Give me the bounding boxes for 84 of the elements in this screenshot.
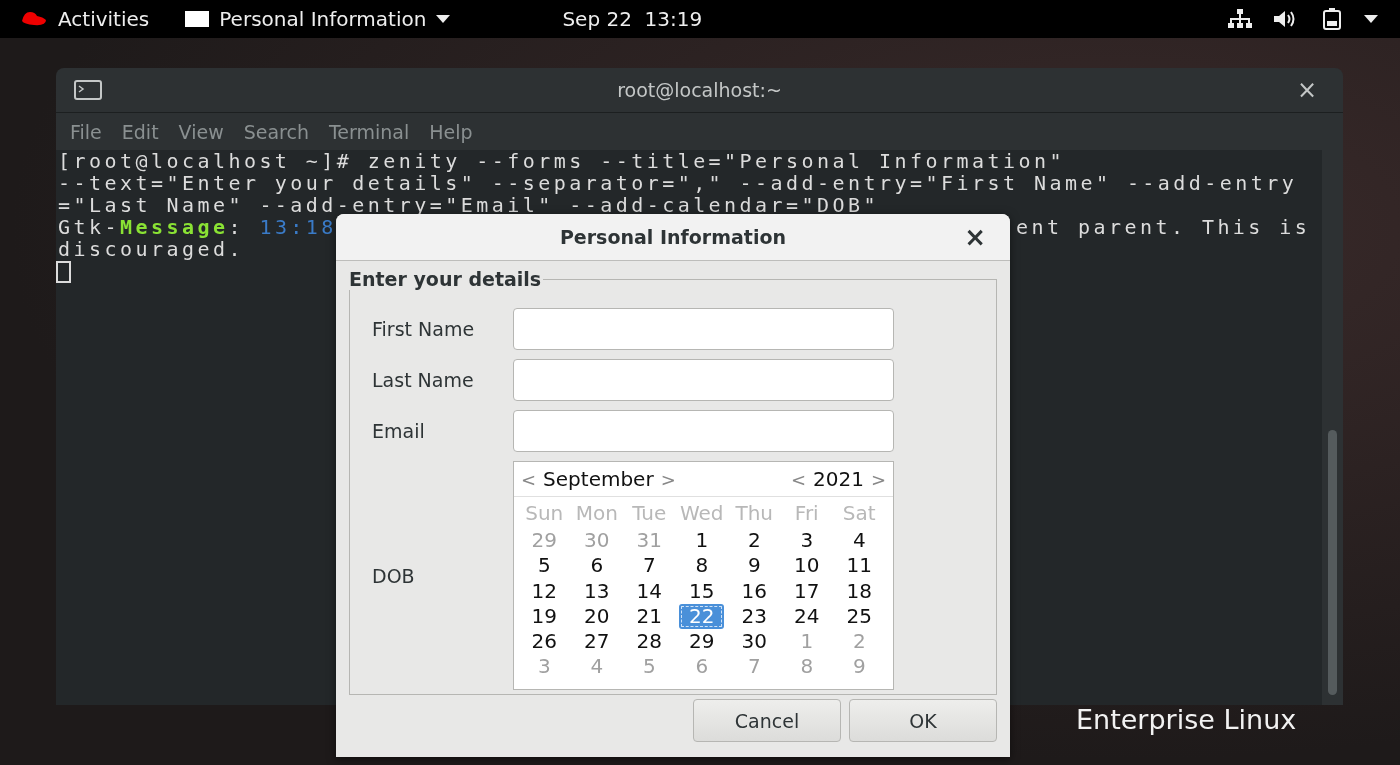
menu-item[interactable]: File: [60, 120, 112, 143]
calendar-day[interactable]: 3: [793, 528, 821, 554]
brand-text: Enterprise Linux: [1076, 704, 1297, 735]
menu-item[interactable]: Help: [419, 120, 483, 143]
menu-item[interactable]: Search: [233, 120, 319, 143]
calendar-day[interactable]: 27: [577, 629, 617, 655]
field-label: Last Name: [371, 369, 475, 391]
terminal-text: Message: [119, 215, 229, 239]
calendar-day[interactable]: 29: [682, 629, 722, 655]
calendar-day[interactable]: 6: [583, 553, 611, 579]
month-label: September: [542, 467, 655, 491]
calendar-day[interactable]: 14: [629, 578, 669, 604]
calendar-day[interactable]: 5: [530, 553, 558, 579]
activities-button[interactable]: Activities: [58, 7, 150, 31]
calendar-day[interactable]: 17: [787, 578, 827, 604]
battery-icon: [1322, 8, 1342, 30]
terminal-text: 13:18: [259, 215, 337, 239]
weekday-label: Mon: [575, 501, 618, 527]
field-label: Email: [371, 420, 426, 442]
terminal-text: --text="Enter your details" --separator="," --add-entry="First Name" --add-entry: [58, 171, 1298, 195]
calendar-day[interactable]: 24: [787, 603, 827, 630]
close-button[interactable]: ×: [960, 222, 990, 252]
window-icon: [185, 11, 210, 27]
app-menu[interactable]: Personal Information: [219, 7, 427, 31]
calendar-day[interactable]: 26: [524, 629, 564, 655]
frame-label: Enter your details: [349, 268, 544, 290]
dialog-title: Personal Information: [559, 226, 787, 248]
calendar-day[interactable]: 8: [688, 553, 716, 579]
calendar-day[interactable]: 20: [577, 603, 617, 630]
input-field[interactable]: [513, 410, 894, 452]
window-title: root@localhost:~: [617, 79, 782, 101]
network-icon: [1228, 9, 1252, 29]
cancel-button[interactable]: Cancel: [693, 699, 841, 742]
caret-icon: [436, 15, 451, 23]
weekday-label: Tue: [632, 501, 667, 527]
terminal-text: ent parent. This is: [1016, 216, 1311, 238]
calendar-day[interactable]: 12: [524, 578, 564, 604]
menu-item[interactable]: Terminal: [318, 120, 420, 143]
calendar-day[interactable]: 21: [629, 603, 669, 630]
terminal-text: ="Last Name" --add-entry="Email" --add-calendar="DOB": [58, 193, 880, 217]
calendar-day[interactable]: 10: [787, 553, 827, 579]
weekday-label: Fri: [794, 501, 819, 527]
field-label: First Name: [371, 318, 476, 340]
calendar-day[interactable]: 16: [734, 578, 774, 604]
weekday-label: Thu: [735, 501, 774, 527]
cursor: [56, 261, 71, 283]
previous-month-button[interactable]: <: [518, 468, 540, 490]
calendar-day[interactable]: 9: [740, 553, 768, 579]
calendar-day[interactable]: 30: [734, 629, 774, 655]
calendar-day[interactable]: 11: [839, 553, 879, 579]
ok-button[interactable]: OK: [849, 699, 997, 742]
weekday-label: Sun: [525, 501, 564, 527]
calendar-day[interactable]: 1: [688, 528, 716, 554]
field-label: DOB: [371, 564, 416, 587]
hat-icon: [20, 10, 48, 28]
calendar-day[interactable]: 4: [845, 528, 873, 554]
terminal-icon: [74, 80, 102, 100]
previous-year-button[interactable]: <: [787, 468, 809, 490]
year-label: 2021: [812, 467, 865, 491]
weekday-label: Wed: [679, 501, 724, 527]
next-year-button[interactable]: >: [867, 468, 889, 490]
calendar-day[interactable]: 25: [839, 603, 879, 630]
menu-item[interactable]: View: [168, 120, 234, 143]
weekday-label: Sat: [842, 501, 876, 527]
caret-icon: [1364, 15, 1378, 23]
calendar-day[interactable]: 15: [682, 578, 722, 604]
calendar-day[interactable]: 7: [635, 553, 663, 579]
clock[interactable]: Sep 22 13:19: [562, 7, 703, 31]
calendar-day[interactable]: 2: [740, 528, 768, 554]
terminal-text: :: [228, 215, 245, 239]
calendar-day[interactable]: 28: [629, 629, 669, 655]
menu-item[interactable]: Edit: [111, 120, 169, 143]
calendar-day[interactable]: 23: [734, 603, 774, 630]
next-month-button[interactable]: >: [657, 468, 679, 490]
calendar-day[interactable]: 13: [577, 578, 617, 604]
input-field[interactable]: [513, 359, 894, 401]
calendar-day[interactable]: 19: [524, 603, 564, 630]
terminal-text: discouraged.: [58, 237, 244, 261]
scrollbar-thumb[interactable]: [1328, 430, 1337, 695]
input-field[interactable]: [513, 308, 894, 350]
terminal-text: [root@localhost ~]# zenity --forms --title="Personal Information": [58, 149, 1065, 173]
close-button[interactable]: ×: [1292, 76, 1321, 104]
calendar-day[interactable]: 18: [839, 578, 879, 604]
terminal-text: Gtk-: [58, 215, 120, 239]
